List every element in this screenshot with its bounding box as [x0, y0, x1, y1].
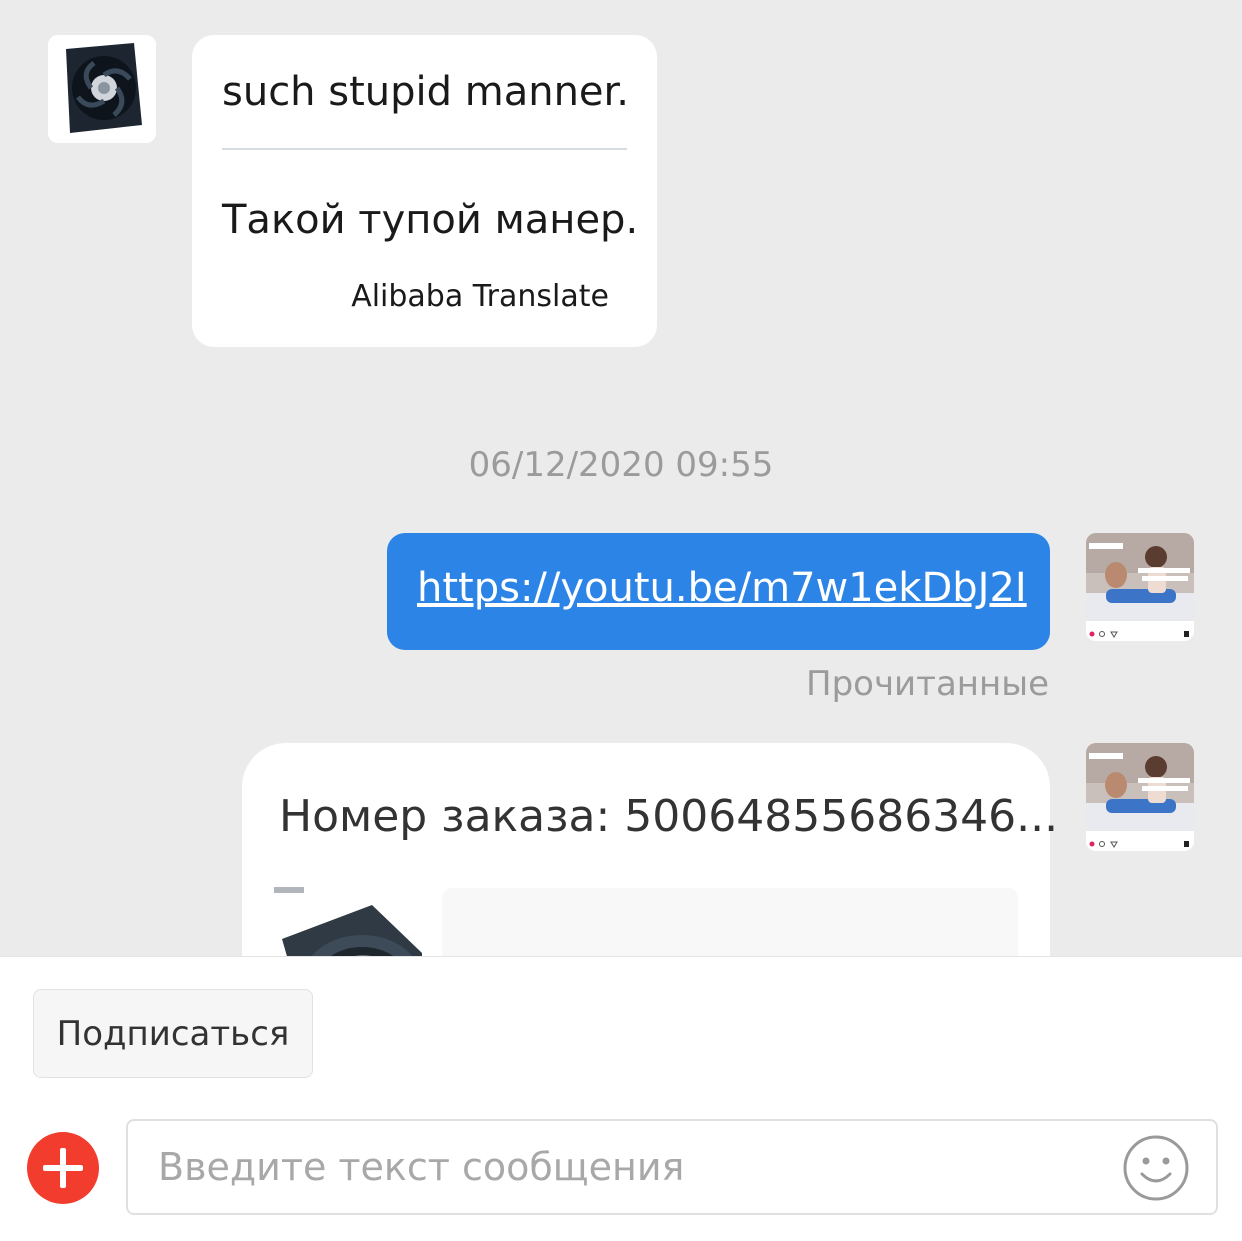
translation-divider: [222, 148, 627, 150]
fan-image: [48, 35, 156, 143]
message-input-box[interactable]: [126, 1119, 1218, 1215]
order-number-title: Номер заказа: 50064855686346...: [279, 791, 1059, 842]
translated-message-text: Такой тупой манер.: [222, 197, 639, 243]
meme-image: [1086, 743, 1194, 851]
message-input[interactable]: [158, 1121, 1108, 1213]
user-avatar[interactable]: [1086, 743, 1194, 851]
read-status-label: Прочитанные: [806, 664, 1049, 704]
message-timestamp: 06/12/2020 09:55: [468, 445, 774, 485]
order-product-image[interactable]: [272, 883, 422, 956]
youtube-link[interactable]: https://youtu.be/m7w1ekDbJ2I: [417, 565, 1027, 611]
message-composer-panel: Подписаться: [0, 956, 1242, 1241]
order-info-panel: [442, 888, 1018, 956]
product-fan-image: [274, 887, 422, 956]
order-card[interactable]: Номер заказа: 50064855686346...: [242, 743, 1058, 956]
emoji-button[interactable]: [1122, 1134, 1190, 1202]
outgoing-message-bubble[interactable]: https://youtu.be/m7w1ekDbJ2I: [387, 533, 1050, 650]
add-attachment-button[interactable]: [27, 1132, 99, 1204]
translation-source-label: Alibaba Translate: [351, 279, 609, 314]
chat-area: such stupid manner. Такой тупой манер. A…: [0, 0, 1242, 956]
seller-avatar[interactable]: [48, 35, 156, 143]
meme-image: [1086, 533, 1194, 641]
plus-icon: [43, 1148, 83, 1188]
incoming-message-bubble[interactable]: such stupid manner. Такой тупой манер. A…: [192, 35, 657, 347]
original-message-text: such stupid manner.: [222, 69, 630, 115]
smiley-icon: [1123, 1135, 1189, 1201]
user-avatar[interactable]: [1086, 533, 1194, 641]
subscribe-button[interactable]: Подписаться: [33, 989, 313, 1078]
